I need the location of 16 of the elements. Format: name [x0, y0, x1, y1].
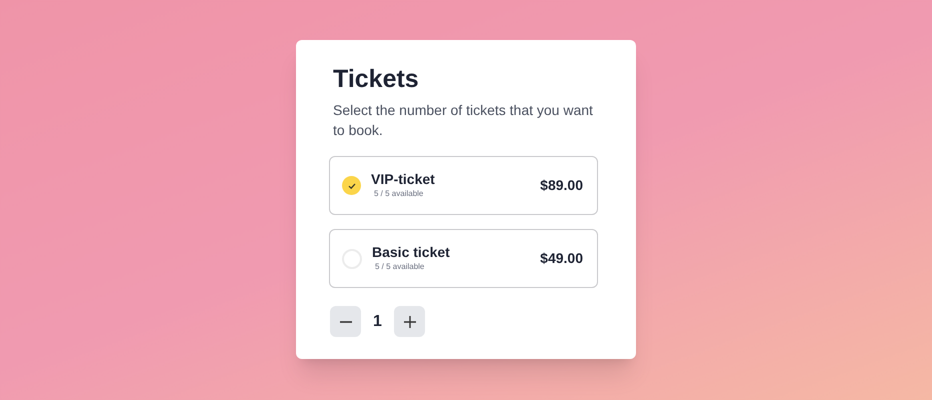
card-title: Tickets [333, 64, 420, 94]
ticket-price: $89.00 [540, 176, 583, 195]
card-description: Select the number of tickets that you want to book. [333, 101, 594, 140]
quantity-value: 1 [372, 312, 383, 332]
ticket-availability: 5 / 5 available [374, 188, 424, 200]
ticket-price: $49.00 [540, 249, 583, 268]
check-icon [342, 176, 361, 195]
ticket-name: VIP-ticket [371, 171, 436, 188]
plus-icon [404, 316, 416, 328]
ticket-option[interactable]: Basic ticket 5 / 5 available $49.00 [329, 229, 598, 288]
increment-button[interactable] [394, 306, 425, 337]
decrement-button[interactable] [330, 306, 361, 337]
ticket-name: Basic ticket [372, 244, 451, 261]
minus-icon [340, 320, 352, 322]
ticket-option[interactable]: VIP-ticket 5 / 5 available $89.00 [329, 156, 598, 215]
ticket-availability: 5 / 5 available [375, 261, 426, 273]
